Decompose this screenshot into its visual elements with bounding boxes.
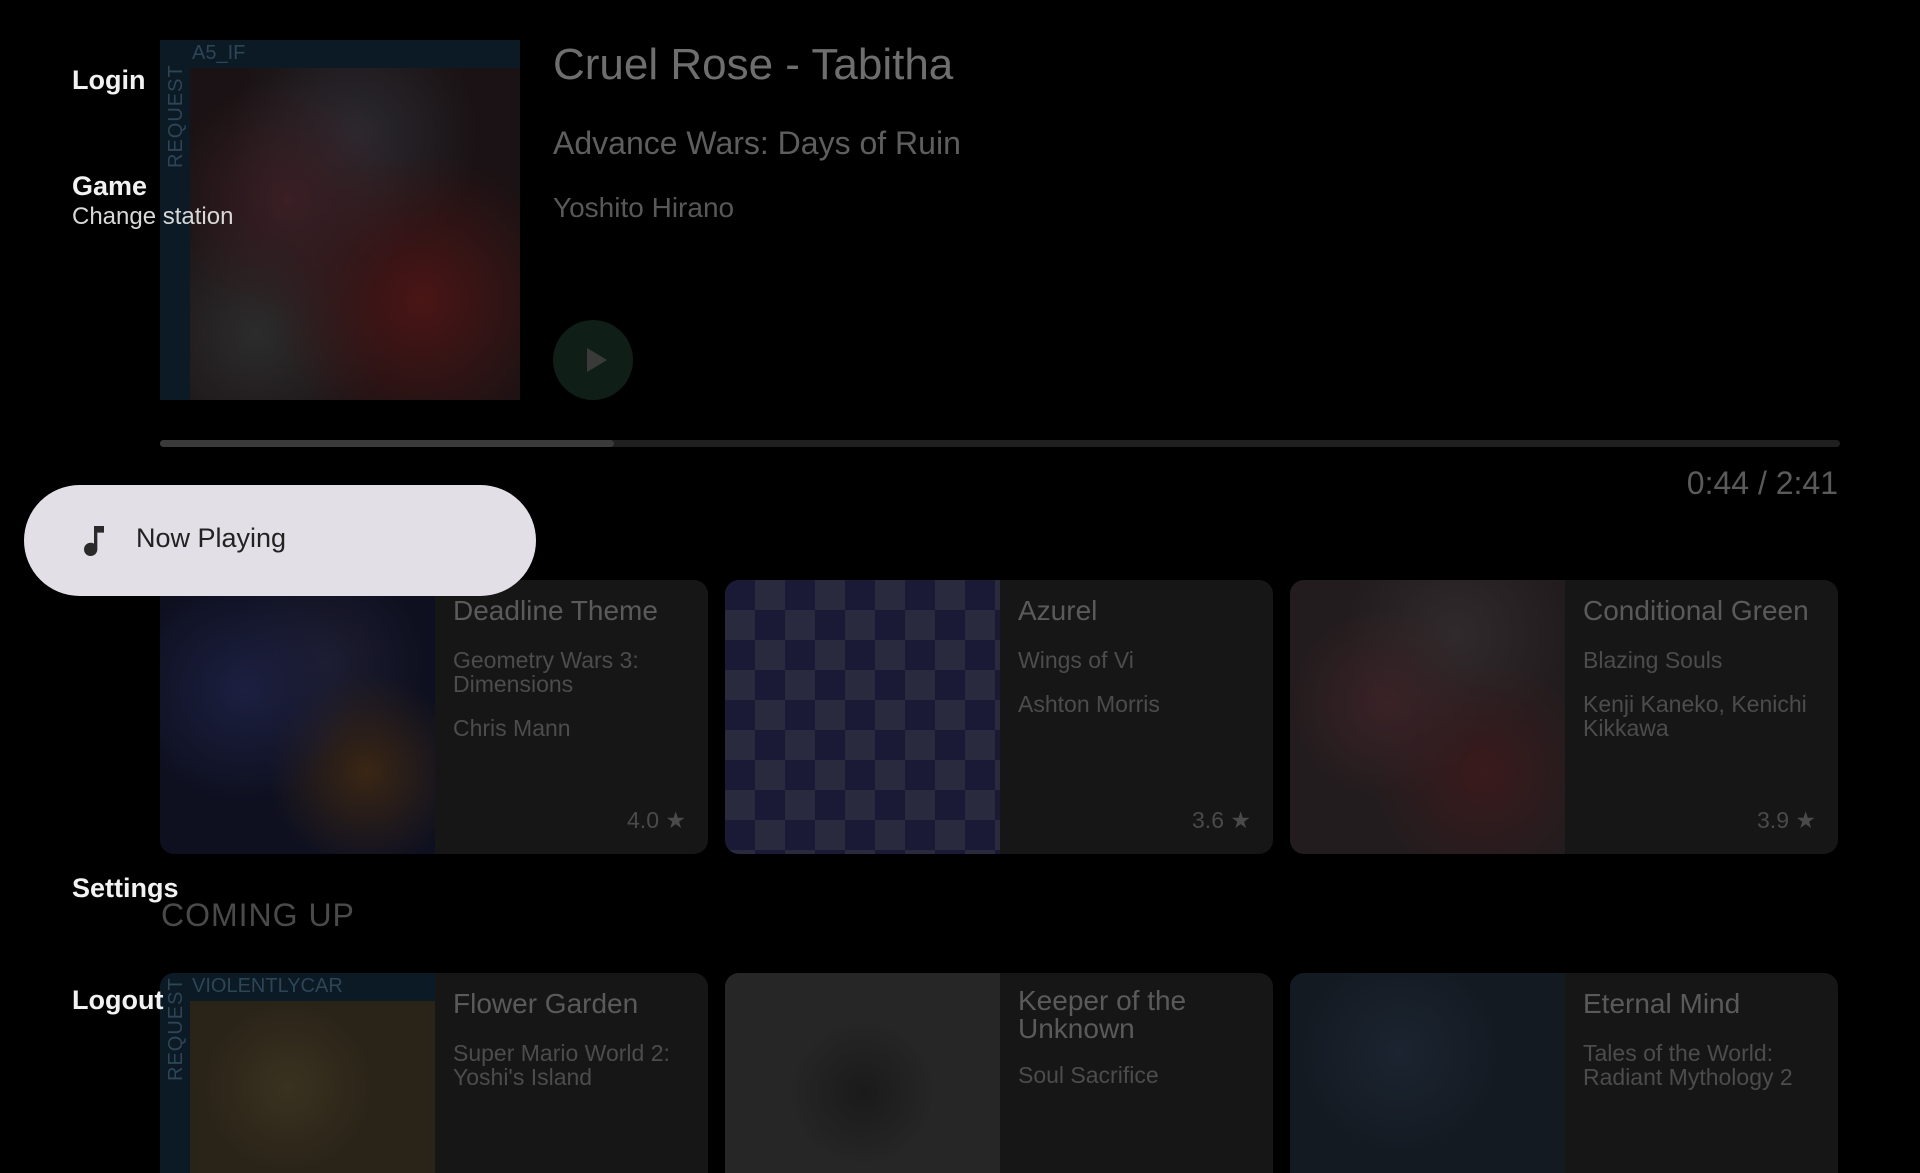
history-card-art — [1290, 580, 1565, 854]
nav-game[interactable]: Game — [72, 171, 147, 202]
play-button[interactable] — [553, 320, 633, 400]
track-artist: Yoshito Hirano — [553, 192, 735, 223]
history-card-title: Azurel — [1018, 595, 1098, 626]
nav-settings[interactable]: Settings — [72, 873, 179, 904]
music-note-icon — [84, 526, 104, 557]
coming-up-card-title: Flower Garden — [453, 988, 639, 1019]
history-card-rating: 3.9 ★ — [1757, 807, 1816, 833]
time-readout: 0:44 / 2:41 — [1686, 465, 1838, 501]
nav-now-playing[interactable]: Now Playing — [24, 485, 536, 596]
request-label: REQUEST — [165, 977, 187, 1081]
progress-fill — [160, 440, 614, 447]
coming-up-card-title: Keeper of the Unknown — [1018, 985, 1187, 1044]
request-user: A5_IF — [192, 42, 246, 64]
history-card-artist: Kenji Kaneko, Kenichi Kikkawa — [1583, 691, 1807, 741]
track-title: Cruel Rose - Tabitha — [553, 40, 954, 89]
history-card-game: Wings of Vi — [1018, 647, 1134, 673]
play-icon — [587, 348, 607, 372]
coming-up-card-art — [1290, 973, 1565, 1173]
coming-up-card-game: Super Mario World 2: Yoshi's Island — [453, 1040, 670, 1090]
request-label: REQUEST — [165, 64, 187, 168]
history-card-artist: Ashton Morris — [1018, 691, 1160, 717]
history-card-title: Conditional Green — [1583, 595, 1809, 626]
history-card-artist: Chris Mann — [453, 715, 571, 741]
coming-up-heading: COMING UP — [161, 897, 355, 933]
history-card-art — [725, 580, 1000, 854]
coming-up-card-title: Eternal Mind — [1583, 988, 1741, 1019]
progress-track[interactable] — [160, 440, 1840, 447]
coming-up-card[interactable]: VIOLENTLYCAR REQUEST Flower Garden Super… — [160, 973, 708, 1173]
history-card[interactable]: Deadline Theme Geometry Wars 3: Dimensio… — [160, 580, 708, 854]
history-card-game: Geometry Wars 3: Dimensions — [453, 647, 639, 697]
history-card[interactable]: Conditional Green Blazing Souls Kenji Ka… — [1290, 580, 1838, 854]
nav-login[interactable]: Login — [72, 65, 145, 96]
coming-up-card-game: Tales of the World: Radiant Mythology 2 — [1583, 1040, 1793, 1090]
nav-logout[interactable]: Logout — [72, 985, 163, 1016]
coming-up-card[interactable]: Eternal Mind Tales of the World: Radiant… — [1290, 973, 1838, 1173]
history-card[interactable]: Azurel Wings of Vi Ashton Morris 3.6 ★ — [725, 580, 1273, 854]
history-card-title: Deadline Theme — [453, 595, 658, 626]
request-user: VIOLENTLYCAR — [192, 975, 343, 997]
history-card-art — [160, 580, 435, 854]
coming-up-card-game: Soul Sacrifice — [1018, 1062, 1159, 1088]
coming-up-card-art: VIOLENTLYCAR REQUEST — [160, 973, 435, 1173]
nav-now-playing-label: Now Playing — [136, 523, 287, 553]
coming-up-card[interactable]: Keeper of the Unknown Soul Sacrifice — [725, 973, 1273, 1173]
history-card-rating: 3.6 ★ — [1192, 807, 1251, 833]
history-card-game: Blazing Souls — [1583, 647, 1723, 673]
history-card-rating: 4.0 ★ — [627, 807, 686, 833]
nav-change-station[interactable]: Change station — [72, 203, 233, 231]
coming-up-card-art — [725, 973, 1000, 1173]
track-game: Advance Wars: Days of Ruin — [553, 125, 961, 161]
